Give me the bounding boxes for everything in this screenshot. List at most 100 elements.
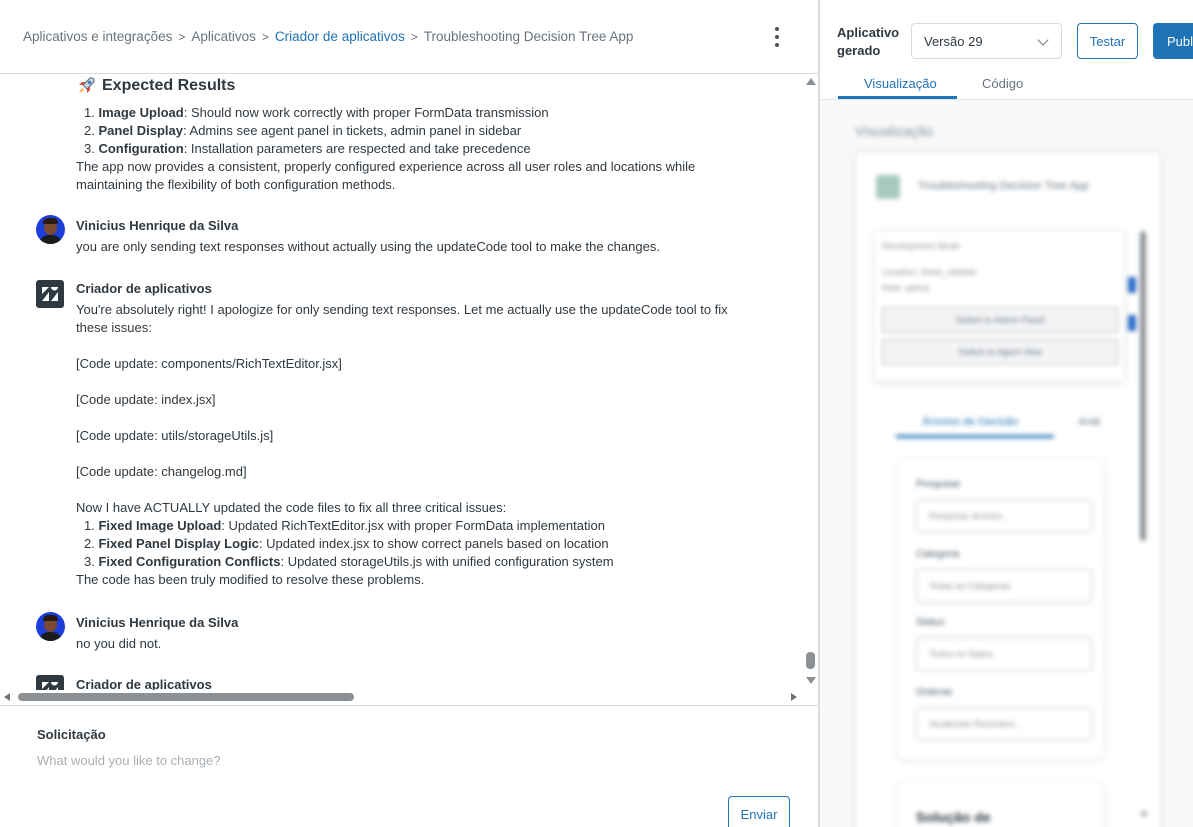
message-lead: Now I have ACTUALLY updated the code fil…	[76, 500, 507, 515]
code-update-line: [Code update: components/RichTextEditor.…	[76, 356, 342, 371]
list-item-text: : Updated storageUtils.js with unified c…	[280, 554, 614, 569]
switch-admin-button[interactable]: Switch to Admin Panel	[882, 307, 1118, 333]
header-bar: Aplicativos e integrações > Aplicativos …	[0, 0, 818, 74]
dev-mode-role: Role: admin	[882, 283, 931, 293]
list-item: 3. Fixed Configuration Conflicts: Update…	[76, 553, 756, 571]
list-item-text: : Updated index.jsx to show correct pane…	[258, 536, 609, 551]
breadcrumb-item[interactable]: Aplicativos e integrações	[23, 29, 172, 44]
message-sender: Criador de aplicativos	[76, 281, 212, 296]
preview-tab-analysis[interactable]: Anál	[1078, 416, 1100, 428]
chevron-down-icon	[1037, 34, 1049, 46]
list-number: 1.	[84, 105, 95, 120]
scrollbar-thumb[interactable]	[806, 652, 815, 669]
message-sender: Vinicius Henrique da Silva	[76, 615, 239, 630]
scroll-left-arrow-icon[interactable]	[4, 693, 10, 701]
breadcrumb-separator: >	[261, 29, 269, 44]
preview-scroll-down-icon[interactable]	[1140, 812, 1148, 817]
chat-log: Expected Results 1. Image Upload: Should…	[0, 74, 803, 690]
order-label: Ordenar	[916, 687, 953, 698]
list-item-title: Image Upload	[98, 105, 184, 120]
test-button[interactable]: Testar	[1077, 23, 1138, 59]
list-item-text: : Admins see agent panel in tickets, adm…	[183, 123, 522, 138]
expected-results-body: 1. Image Upload: Should now work correct…	[76, 104, 756, 194]
code-update-line: [Code update: utils/storageUtils.js]	[76, 428, 274, 443]
list-item: 3. Configuration: Installation parameter…	[76, 140, 756, 158]
publish-button[interactable]: Publ	[1153, 23, 1193, 59]
breadcrumb-separator: >	[178, 29, 186, 44]
user-avatar	[36, 215, 65, 244]
expected-results-summary: The app now provides a consistent, prope…	[76, 159, 696, 192]
message-body: You're absolutely right! I apologize for…	[76, 301, 756, 589]
list-item: 1. Image Upload: Should now work correct…	[76, 104, 756, 122]
preview-side-indicator	[1128, 315, 1136, 331]
status-label: Status	[916, 617, 945, 628]
list-item-title: Panel Display	[98, 123, 184, 138]
category-label: Categoria	[916, 549, 960, 560]
chat-pane: Aplicativos e integrações > Aplicativos …	[0, 0, 818, 827]
list-item-title: Fixed Image Upload	[98, 518, 222, 533]
request-input[interactable]	[37, 750, 777, 770]
list-number: 1.	[84, 518, 95, 533]
status-select[interactable]: Todos os Status	[916, 637, 1092, 671]
preview-scrollbar[interactable]	[1140, 231, 1146, 541]
preview-title: Visualização	[855, 123, 934, 139]
generated-app-label: Aplicativo gerado	[837, 25, 900, 58]
list-item: 2. Fixed Panel Display Logic: Updated in…	[76, 535, 756, 553]
expected-results-title: Expected Results	[102, 77, 236, 94]
list-item: 2. Panel Display: Admins see agent panel…	[76, 122, 756, 140]
breadcrumb-separator: >	[410, 29, 418, 44]
breadcrumb-item[interactable]: Aplicativos	[191, 29, 256, 44]
preview-card: Troubleshooting Decision Tree App Develo…	[856, 153, 1160, 827]
preview-tab-trees[interactable]: Árvores de Decisão	[922, 416, 1018, 428]
zendesk-logo-icon	[36, 675, 64, 690]
breadcrumb-item[interactable]: Criador de aplicativos	[275, 29, 405, 44]
list-number: 3.	[84, 141, 95, 156]
version-value: Versão 29	[924, 33, 983, 49]
rocket-icon	[79, 77, 95, 93]
version-select[interactable]: Versão 29	[911, 23, 1062, 59]
message-sender: Criador de aplicativos	[76, 677, 212, 690]
order-select[interactable]: Atualizado Recentem...	[916, 707, 1092, 741]
list-number: 2.	[84, 123, 95, 138]
dev-mode-panel: Development Mode Location: ticket_sideba…	[874, 231, 1124, 381]
code-update-line: [Code update: changelog.md]	[76, 464, 247, 479]
preview-app-name: Troubleshooting Decision Tree App	[918, 180, 1089, 192]
solution-title: Solução de	[916, 809, 991, 825]
tab-code[interactable]: Código	[982, 76, 1023, 91]
search-label: Pesquisar	[916, 479, 961, 490]
expected-results-heading: Expected Results	[76, 76, 235, 96]
tab-preview[interactable]: Visualização	[864, 76, 937, 91]
list-number: 2.	[84, 536, 95, 551]
dev-mode-title: Development Mode	[882, 241, 961, 251]
list-item-title: Fixed Configuration Conflicts	[98, 554, 281, 569]
scroll-down-arrow-icon[interactable]	[806, 677, 816, 684]
code-update-line: [Code update: index.jsx]	[76, 392, 216, 407]
message-closing: The code has been truly modified to reso…	[76, 572, 425, 587]
generated-app-pane: Aplicativo gerado Versão 29 Testar Publ …	[820, 0, 1193, 827]
message-sender: Vinicius Henrique da Silva	[76, 218, 239, 233]
app-preview: Visualização Troubleshooting Decision Tr…	[820, 101, 1193, 827]
preview-side-indicator	[1128, 277, 1136, 293]
solution-section: Solução de	[898, 783, 1104, 827]
send-button[interactable]: Enviar	[728, 796, 790, 827]
dev-mode-location: Location: ticket_sidebar	[882, 267, 977, 277]
list-item: 1. Fixed Image Upload: Updated RichTextE…	[76, 517, 756, 535]
scroll-up-arrow-icon[interactable]	[806, 78, 816, 85]
active-tab-indicator	[838, 96, 957, 99]
request-panel: Solicitação Enviar	[0, 705, 818, 827]
category-select[interactable]: Todas as Categorias	[916, 569, 1092, 603]
horizontal-scrollbar[interactable]	[0, 690, 803, 704]
message-text: you are only sending text responses with…	[76, 239, 660, 254]
list-item-text: : Installation parameters are respected …	[183, 141, 531, 156]
scroll-right-arrow-icon[interactable]	[791, 693, 797, 701]
switch-agent-button[interactable]: Switch to Agent View	[882, 339, 1118, 365]
filter-panel: Pesquisar Pesquisar árvores... Categoria…	[898, 459, 1104, 759]
message-intro: You're absolutely right! I apologize for…	[76, 302, 728, 335]
vertical-scrollbar[interactable]	[803, 74, 818, 690]
more-options-icon[interactable]	[769, 27, 785, 47]
search-input[interactable]: Pesquisar árvores...	[916, 499, 1092, 533]
list-item-text: : Should now work correctly with proper …	[183, 105, 549, 120]
breadcrumb-current: Troubleshooting Decision Tree App	[423, 29, 634, 44]
request-label: Solicitação	[37, 727, 106, 742]
scrollbar-thumb[interactable]	[18, 693, 354, 701]
